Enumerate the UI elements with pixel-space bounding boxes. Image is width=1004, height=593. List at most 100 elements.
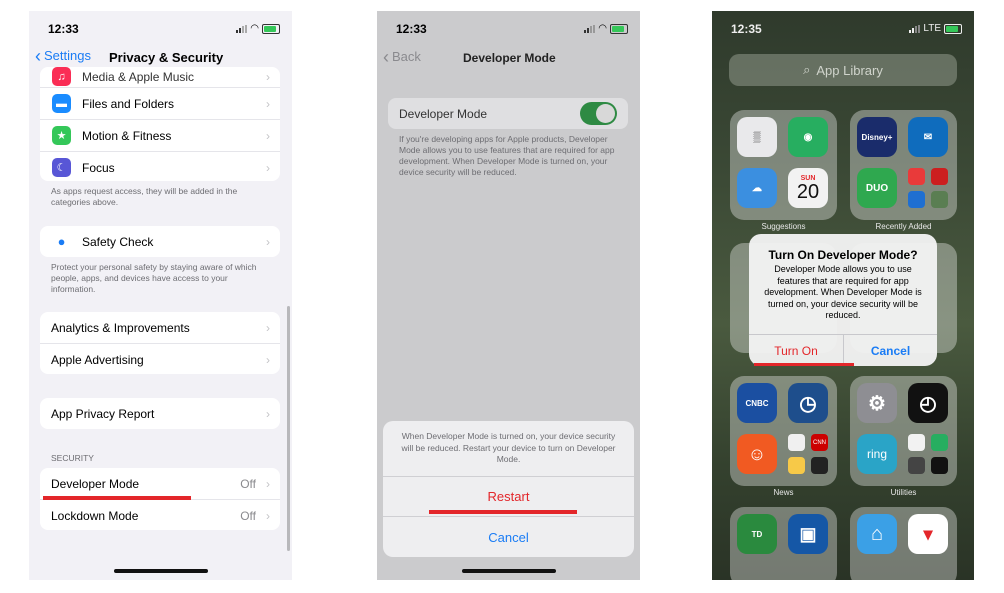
- battery-icon: [262, 23, 280, 34]
- chevron-right-icon: ›: [266, 234, 270, 249]
- settings-row-media[interactable]: ♫ Media & Apple Music ›: [40, 67, 280, 88]
- calculator-icon[interactable]: ▒: [737, 117, 777, 157]
- chevron-right-icon: ›: [266, 320, 270, 335]
- tesla-icon[interactable]: [931, 168, 948, 185]
- moon-icon: ☾: [52, 158, 71, 177]
- back-button-label: Back: [392, 49, 421, 64]
- reddit-icon[interactable]: ☺: [737, 434, 777, 474]
- battery-icon: [610, 23, 628, 34]
- app-icon[interactable]: [788, 457, 805, 474]
- settings-row-label: Lockdown Mode: [51, 508, 139, 523]
- chase-icon[interactable]: ▣: [788, 514, 828, 554]
- developer-mode-screen: 12:33 ◠ ‹ Back Developer Mode Developer …: [377, 11, 640, 580]
- settings-row-lockdown-mode[interactable]: Lockdown Mode Off ›: [40, 500, 280, 530]
- back-button[interactable]: ‹ Back: [383, 48, 421, 66]
- status-time: 12:33: [48, 22, 79, 36]
- toggle-label: Developer Mode: [399, 107, 488, 121]
- cancel-button[interactable]: Cancel: [383, 517, 634, 557]
- status-icons: LTE: [909, 23, 962, 34]
- settings-gear-icon[interactable]: ⚙: [857, 383, 897, 423]
- home-indicator[interactable]: [113, 569, 208, 573]
- settings-row-files[interactable]: ▬ Files and Folders ›: [40, 88, 280, 120]
- folder-news[interactable]: CNBC ◷ ☺ CNN: [730, 376, 837, 486]
- app-icon[interactable]: [811, 457, 828, 474]
- status-time: 12:35: [731, 22, 762, 36]
- clock-icon[interactable]: ◴: [908, 383, 948, 423]
- settings-row-label: Files and Folders: [82, 96, 175, 111]
- disney-plus-icon[interactable]: Disney+: [857, 117, 897, 157]
- calculator-icon[interactable]: [908, 457, 925, 474]
- settings-row-focus[interactable]: ☾ Focus ›: [40, 152, 280, 181]
- safety-check-group: ● Safety Check ›: [40, 226, 280, 257]
- search-icon: ⌕: [803, 62, 811, 77]
- annotation-underline: [43, 496, 191, 500]
- chevron-right-icon: ›: [266, 96, 270, 111]
- signal-icon: [909, 24, 921, 33]
- security-section-header: SECURITY: [51, 453, 94, 463]
- chevron-right-icon: ›: [266, 160, 270, 175]
- settings-row-app-privacy-report[interactable]: App Privacy Report ›: [40, 398, 280, 429]
- home-indicator[interactable]: [461, 569, 556, 573]
- settings-row-safety-check[interactable]: ● Safety Check ›: [40, 226, 280, 257]
- home-app-icon[interactable]: ⌂: [857, 514, 897, 554]
- folder-finance[interactable]: TD ▣: [730, 507, 837, 580]
- app-library-search[interactable]: ⌕ App Library: [729, 54, 957, 86]
- ring-icon[interactable]: ring: [857, 434, 897, 474]
- weather-icon[interactable]: ☁: [737, 168, 777, 208]
- folder-other[interactable]: ⌂ ▾: [850, 507, 957, 580]
- clock-app-icon[interactable]: ◷: [788, 383, 828, 423]
- folder-utilities[interactable]: ⚙ ◴ ring: [850, 376, 957, 486]
- cnbc-icon[interactable]: CNBC: [737, 383, 777, 423]
- settings-row-label: App Privacy Report: [51, 406, 155, 421]
- settings-row-label: Analytics & Improvements: [51, 320, 190, 335]
- sheet-message: When Developer Mode is turned on, your d…: [401, 431, 616, 464]
- find-my-icon[interactable]: [931, 434, 948, 451]
- folder-recently-added[interactable]: Disney+ ✉ DUO: [850, 110, 957, 220]
- chevron-right-icon: ›: [266, 508, 270, 523]
- scrollbar[interactable]: [287, 306, 290, 551]
- page-title: Developer Mode: [463, 51, 556, 65]
- app-icon[interactable]: [788, 434, 805, 451]
- battery-icon: [944, 23, 962, 34]
- carrier-label: LTE: [923, 23, 941, 34]
- safety-check-footer: Protect your personal safety by staying …: [51, 262, 257, 294]
- folder-label: News: [773, 488, 794, 497]
- chrome-icon[interactable]: [908, 434, 925, 451]
- developer-mode-toggle[interactable]: [580, 102, 617, 125]
- folder-label: Utilities: [890, 488, 917, 497]
- settings-row-label: Developer Mode: [51, 476, 140, 491]
- app-icon[interactable]: [908, 168, 925, 185]
- settings-row-value: Off: [240, 476, 256, 491]
- app-icon[interactable]: [931, 191, 948, 208]
- folder-suggestions[interactable]: ▒ ◉ ☁ SUN 20: [730, 110, 837, 220]
- settings-row-analytics[interactable]: Analytics & Improvements ›: [40, 312, 280, 344]
- folder-label: Recently Added: [875, 222, 932, 231]
- app-icon[interactable]: [908, 191, 925, 208]
- find-my-icon[interactable]: ◉: [788, 117, 828, 157]
- duo-icon[interactable]: DUO: [857, 168, 897, 208]
- settings-row-label: Motion & Fitness: [82, 128, 172, 143]
- turn-on-button[interactable]: Turn On: [749, 335, 843, 366]
- calendar-icon[interactable]: SUN 20: [788, 168, 828, 208]
- watch-icon[interactable]: [931, 457, 948, 474]
- signal-icon: [584, 24, 596, 33]
- privacy-report-group: App Privacy Report ›: [40, 398, 280, 429]
- developer-mode-alert: Turn On Developer Mode? Developer Mode a…: [749, 234, 937, 366]
- status-icons: ◠: [236, 23, 280, 34]
- cnn-icon[interactable]: CNN: [811, 434, 828, 451]
- td-bank-icon[interactable]: TD: [737, 514, 777, 554]
- cancel-button[interactable]: Cancel: [844, 335, 937, 366]
- settings-row-label: Media & Apple Music: [82, 70, 195, 84]
- chevron-right-icon: ›: [266, 352, 270, 367]
- outlook-icon[interactable]: ✉: [908, 117, 948, 157]
- back-button[interactable]: ‹ Settings: [35, 47, 91, 65]
- settings-row-motion[interactable]: ★ Motion & Fitness ›: [40, 120, 280, 152]
- settings-row-advertising[interactable]: Apple Advertising ›: [40, 344, 280, 374]
- restart-action-sheet: When Developer Mode is turned on, your d…: [383, 421, 634, 557]
- chevron-right-icon: ›: [266, 406, 270, 421]
- google-maps-icon[interactable]: ▾: [908, 514, 948, 554]
- alert-message: Developer Mode allows you to use feature…: [764, 264, 922, 320]
- settings-row-value: Off: [240, 508, 256, 523]
- permissions-footer: As apps request access, they will be add…: [51, 186, 238, 207]
- developer-mode-row: Developer Mode: [388, 98, 628, 129]
